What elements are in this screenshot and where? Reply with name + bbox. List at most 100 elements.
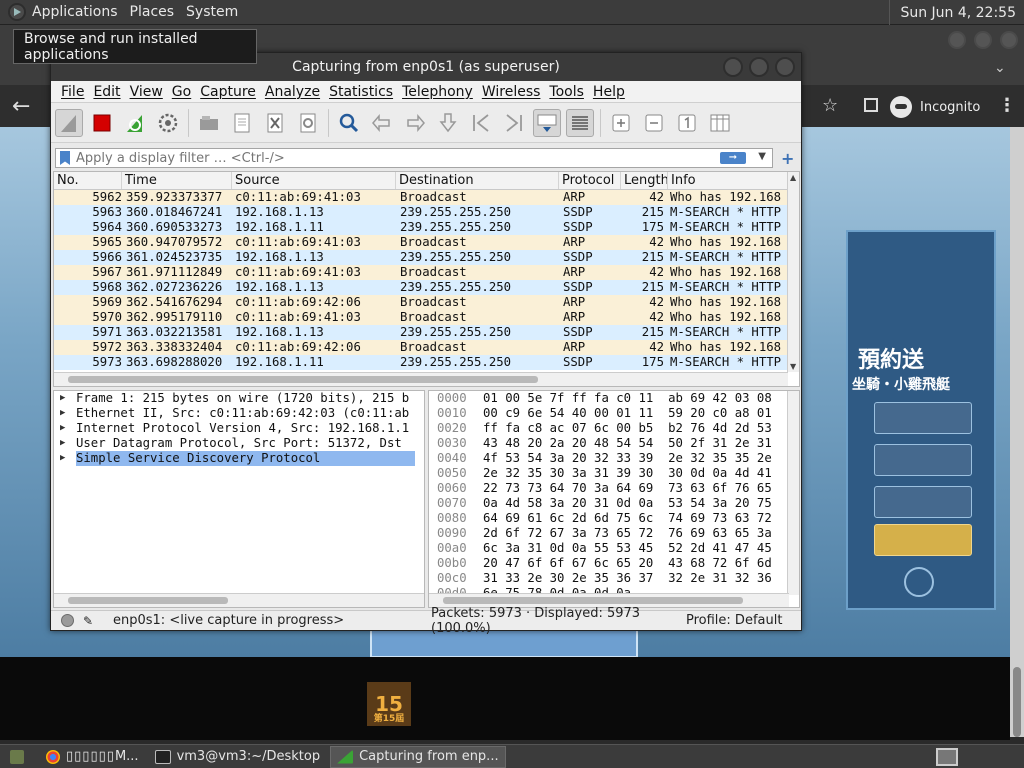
side-panel-icon[interactable] bbox=[864, 98, 878, 112]
packet-row[interactable]: 5970 362.995179110 c0:11:ab:69:41:03 Broadc… bbox=[54, 310, 799, 325]
menu-places[interactable]: Places bbox=[130, 4, 175, 20]
scroll-up-arrow-icon[interactable]: ▲ bbox=[790, 173, 796, 182]
expand-triangle-icon[interactable]: ▶ bbox=[60, 451, 76, 466]
promo-gold-button[interactable] bbox=[874, 524, 972, 556]
details-hscroll[interactable] bbox=[54, 593, 424, 607]
expand-triangle-icon[interactable]: ▶ bbox=[60, 406, 76, 421]
first-packet-icon[interactable] bbox=[467, 109, 495, 137]
column-protocol[interactable]: Protocol bbox=[559, 172, 621, 189]
packet-list[interactable]: No. Time Source Destination Protocol Len… bbox=[53, 171, 800, 387]
go-back-icon[interactable] bbox=[368, 109, 396, 137]
menu-analyze[interactable]: Analyze bbox=[265, 84, 320, 100]
zoom-in-icon[interactable] bbox=[607, 109, 635, 137]
packet-list-hscroll[interactable] bbox=[54, 372, 788, 386]
menu-applications[interactable]: Applications bbox=[32, 4, 118, 20]
browser-minimize-icon[interactable] bbox=[948, 31, 966, 49]
workspace-switcher-icon[interactable] bbox=[936, 748, 958, 766]
bytes-row[interactable]: 0030 43 48 20 2a 20 48 54 54 50 2f 31 2e … bbox=[429, 436, 799, 451]
column-info[interactable]: Info bbox=[668, 172, 789, 189]
scroll-down-arrow-icon[interactable]: ▼ bbox=[790, 362, 796, 371]
packet-row[interactable]: 5966 361.024523735 192.168.1.13 239.255.255… bbox=[54, 250, 799, 265]
bytes-row[interactable]: 00a0 6c 3a 31 0d 0a 55 53 45 52 2d 41 47 … bbox=[429, 541, 799, 556]
detail-tree-item[interactable]: ▶ Internet Protocol Version 4, Src: 192.1… bbox=[54, 421, 424, 436]
capture-options-gear-icon[interactable] bbox=[154, 109, 182, 137]
packet-row[interactable]: 5965 360.947079572 c0:11:ab:69:41:03 Broadc… bbox=[54, 235, 799, 250]
task-terminal[interactable]: vm3@vm3:~/Desktop bbox=[149, 746, 327, 768]
resize-columns-icon[interactable] bbox=[706, 109, 734, 137]
packet-row[interactable]: 5971 363.032213581 192.168.1.13 239.255.255… bbox=[54, 325, 799, 340]
column-time[interactable]: Time bbox=[122, 172, 232, 189]
filter-bookmark-icon[interactable] bbox=[60, 151, 70, 165]
filter-history-dropdown-icon[interactable]: ▼ bbox=[758, 151, 766, 162]
detail-tree-item[interactable]: ▶ Frame 1: 215 bytes on wire (1720 bits),… bbox=[54, 391, 424, 406]
colorize-icon[interactable] bbox=[566, 108, 594, 137]
packet-row[interactable]: 5973 363.698288020 192.168.1.11 239.255.255… bbox=[54, 355, 799, 370]
detail-tree-item[interactable]: ▶ Simple Service Discovery Protocol bbox=[54, 451, 424, 466]
stop-capture-icon[interactable] bbox=[88, 109, 116, 137]
scroll-up-circle-icon[interactable] bbox=[904, 567, 934, 597]
bytes-row[interactable]: 0070 0a 4d 58 3a 20 31 0d 0a 53 54 3a 20 … bbox=[429, 496, 799, 511]
app-store-button[interactable] bbox=[874, 402, 972, 434]
find-packet-search-icon[interactable] bbox=[335, 109, 363, 137]
browser-scrollbar[interactable] bbox=[1010, 127, 1024, 737]
bytes-row[interactable]: 0080 64 69 61 6c 2d 6d 75 6c 74 69 73 63 … bbox=[429, 511, 799, 526]
packet-details[interactable]: ▶ Frame 1: 215 bytes on wire (1720 bits),… bbox=[53, 390, 425, 608]
menu-statistics[interactable]: Statistics bbox=[329, 84, 393, 100]
zoom-out-icon[interactable] bbox=[640, 109, 668, 137]
minimize-icon[interactable] bbox=[723, 57, 743, 77]
bytes-vscroll[interactable] bbox=[787, 391, 799, 595]
save-file-icon[interactable] bbox=[228, 109, 256, 137]
detail-tree-item[interactable]: ▶ User Datagram Protocol, Src Port: 51372… bbox=[54, 436, 424, 451]
detail-tree-item[interactable]: ▶ Ethernet II, Src: c0:11:ab:69:42:03 (c0… bbox=[54, 406, 424, 421]
menu-go[interactable]: Go bbox=[172, 84, 191, 100]
tab-list-chevron-icon[interactable]: ⌄ bbox=[994, 60, 1006, 76]
menu-view[interactable]: View bbox=[130, 84, 163, 100]
bytes-row[interactable]: 0040 4f 53 54 3a 20 32 33 39 2e 32 35 35 … bbox=[429, 451, 799, 466]
display-filter-box[interactable]: ➞ ▼ bbox=[55, 148, 773, 168]
bytes-row[interactable]: 0060 22 73 73 64 70 3a 64 69 73 63 6f 76 … bbox=[429, 481, 799, 496]
packet-row[interactable]: 5969 362.541676294 c0:11:ab:69:42:06 Broadc… bbox=[54, 295, 799, 310]
apk-button[interactable] bbox=[874, 486, 972, 518]
hscroll-thumb[interactable] bbox=[68, 597, 228, 604]
menu-wireless[interactable]: Wireless bbox=[482, 84, 541, 100]
last-packet-icon[interactable] bbox=[500, 109, 528, 137]
go-forward-icon[interactable] bbox=[401, 109, 429, 137]
browser-scrollbar-thumb[interactable] bbox=[1013, 667, 1021, 737]
capture-comment-pencil-icon[interactable]: ✎ bbox=[83, 614, 97, 628]
incognito-indicator[interactable]: Incognito bbox=[890, 94, 980, 120]
column-source[interactable]: Source bbox=[232, 172, 396, 189]
expand-triangle-icon[interactable]: ▶ bbox=[60, 436, 76, 451]
menu-help[interactable]: Help bbox=[593, 84, 625, 100]
packet-bytes[interactable]: 0000 01 00 5e 7f ff fa c0 11 ab 69 42 03 … bbox=[428, 390, 800, 608]
menu-telephony[interactable]: Telephony bbox=[402, 84, 473, 100]
menu-capture[interactable]: Capture bbox=[200, 84, 256, 100]
browser-maximize-icon[interactable] bbox=[974, 31, 992, 49]
packet-row[interactable]: 5963 360.018467241 192.168.1.13 239.255.255… bbox=[54, 205, 799, 220]
hscroll-thumb[interactable] bbox=[443, 597, 743, 604]
bytes-row[interactable]: 0020 ff fa c8 ac 07 6c 00 b5 b2 76 4d 2d … bbox=[429, 421, 799, 436]
column-length[interactable]: Length bbox=[621, 172, 668, 189]
expert-info-led-icon[interactable] bbox=[61, 614, 74, 627]
packet-row[interactable]: 5968 362.027236226 192.168.1.13 239.255.255… bbox=[54, 280, 799, 295]
expand-triangle-icon[interactable]: ▶ bbox=[60, 421, 76, 436]
packet-list-vscroll[interactable]: ▲ ▼ bbox=[787, 172, 799, 372]
bytes-row[interactable]: 0000 01 00 5e 7f ff fa c0 11 ab 69 42 03 … bbox=[429, 391, 799, 406]
expand-triangle-icon[interactable]: ▶ bbox=[60, 391, 76, 406]
bytes-row[interactable]: 00c0 31 33 2e 30 2e 35 36 37 32 2e 31 32 … bbox=[429, 571, 799, 586]
menu-system[interactable]: System bbox=[186, 4, 238, 20]
packet-row[interactable]: 5962 359.923373377 c0:11:ab:69:41:03 Broadc… bbox=[54, 190, 799, 205]
go-to-packet-icon[interactable] bbox=[434, 109, 462, 137]
menu-tools[interactable]: Tools bbox=[549, 84, 584, 100]
start-capture-fin-icon[interactable] bbox=[55, 108, 83, 137]
hscroll-thumb[interactable] bbox=[68, 376, 538, 383]
packet-row[interactable]: 5964 360.690533273 192.168.1.11 239.255.255… bbox=[54, 220, 799, 235]
display-filter-input[interactable] bbox=[76, 150, 772, 166]
google-play-button[interactable] bbox=[874, 444, 972, 476]
browser-menu-icon[interactable]: ⋮ bbox=[998, 95, 1016, 116]
applications-logo-icon[interactable] bbox=[8, 3, 26, 21]
menu-file[interactable]: File bbox=[61, 84, 84, 100]
auto-scroll-icon[interactable] bbox=[533, 108, 561, 137]
column-no[interactable]: No. bbox=[54, 172, 122, 189]
packet-row[interactable]: 5967 361.971112849 c0:11:ab:69:41:03 Broadc… bbox=[54, 265, 799, 280]
clock[interactable]: Sun Jun 4, 22:55 bbox=[889, 0, 1024, 25]
